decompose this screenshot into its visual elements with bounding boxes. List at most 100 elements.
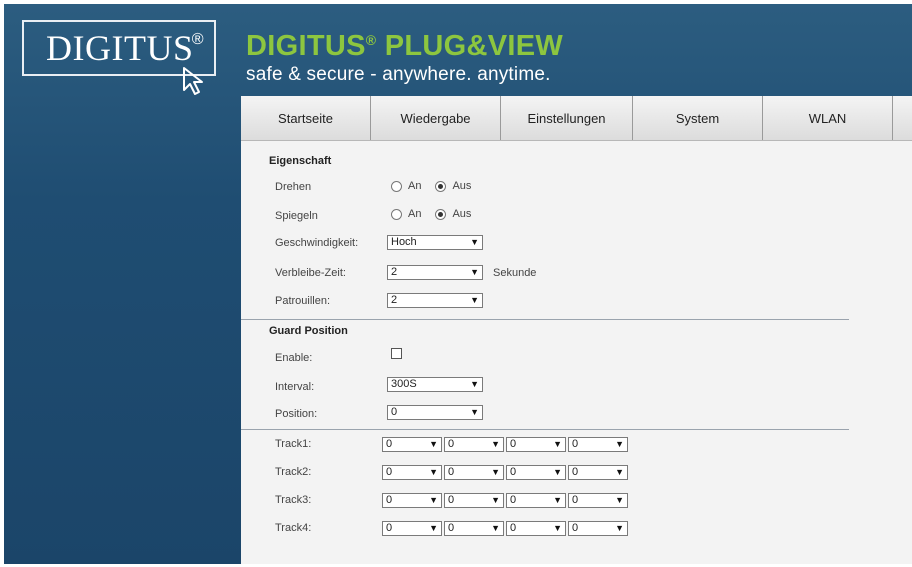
tab-wlan[interactable]: WLAN: [763, 96, 893, 140]
tab-wiedergabe[interactable]: Wiedergabe: [371, 96, 501, 140]
track-value: 0: [386, 466, 393, 478]
drehen-an-label: An: [408, 180, 422, 192]
chevron-down-icon: ▼: [470, 295, 479, 305]
track-value: 0: [386, 522, 393, 534]
main-tabs: Startseite Wiedergabe Einstellungen Syst…: [241, 96, 912, 141]
chevron-down-icon: ▼: [429, 495, 438, 505]
verbleibe-zeit-select[interactable]: 2 ▼: [387, 265, 483, 280]
track4-select-3[interactable]: 0 ▼: [506, 521, 566, 536]
track-label: Track4:: [275, 522, 312, 534]
track4-select-4[interactable]: 0 ▼: [568, 521, 628, 536]
verbleibe-zeit-value: 2: [391, 266, 398, 278]
track-value: 0: [510, 494, 517, 506]
chevron-down-icon: ▼: [615, 467, 624, 477]
track1-select-2[interactable]: 0 ▼: [444, 437, 504, 452]
verbleibe-zeit-label: Verbleibe-Zeit:: [275, 267, 346, 279]
track2-select-3[interactable]: 0 ▼: [506, 465, 566, 480]
spiegeln-aus-label: Aus: [452, 208, 472, 220]
track2-select-4[interactable]: 0 ▼: [568, 465, 628, 480]
track-value: 0: [572, 522, 579, 534]
settings-panel: Eigenschaft Drehen An Aus Spiegeln An Au…: [241, 141, 912, 564]
interval-value: 300S: [391, 378, 417, 390]
track1-select-4[interactable]: 0 ▼: [568, 437, 628, 452]
chevron-down-icon: ▼: [491, 439, 500, 449]
spiegeln-aus-radio[interactable]: [435, 208, 447, 220]
track3-select-3[interactable]: 0 ▼: [506, 493, 566, 508]
track-value: 0: [448, 494, 455, 506]
track2-select-1[interactable]: 0 ▼: [382, 465, 442, 480]
track-value: 0: [448, 438, 455, 450]
interval-select[interactable]: 300S ▼: [387, 377, 483, 392]
drehen-label: Drehen: [275, 181, 312, 193]
track-value: 0: [572, 438, 579, 450]
track3-select-4[interactable]: 0 ▼: [568, 493, 628, 508]
brand-tagline: safe & secure - anywhere. anytime.: [246, 64, 551, 85]
chevron-down-icon: ▼: [470, 379, 479, 389]
track-value: 0: [510, 466, 517, 478]
track4-select-2[interactable]: 0 ▼: [444, 521, 504, 536]
track3-select-1[interactable]: 0 ▼: [382, 493, 442, 508]
track-value: 0: [572, 466, 579, 478]
track-row: Track4: 0 ▼ 0 ▼ 0 ▼ 0 ▼: [241, 521, 912, 537]
chevron-down-icon: ▼: [470, 407, 479, 417]
patrouillen-value: 2: [391, 294, 398, 306]
chevron-down-icon: ▼: [553, 439, 562, 449]
track-row: Track1: 0 ▼ 0 ▼ 0 ▼ 0 ▼: [241, 437, 912, 453]
track-value: 0: [510, 438, 517, 450]
chevron-down-icon: ▼: [429, 467, 438, 477]
track2-select-2[interactable]: 0 ▼: [444, 465, 504, 480]
tab-einstellungen[interactable]: Einstellungen: [501, 96, 633, 140]
brand-title-mark: ®: [365, 32, 377, 48]
brand-title-main: DIGITUS: [246, 30, 366, 62]
interval-label: Interval:: [275, 381, 315, 393]
track4-select-1[interactable]: 0 ▼: [382, 521, 442, 536]
track3-select-2[interactable]: 0 ▼: [444, 493, 504, 508]
chevron-down-icon: ▼: [470, 237, 479, 247]
drehen-an-radio[interactable]: [391, 180, 402, 192]
guard-position-title: Guard Position: [269, 325, 348, 337]
track-value: 0: [572, 494, 579, 506]
chevron-down-icon: ▼: [553, 467, 562, 477]
geschwindigkeit-value: Hoch: [391, 236, 417, 248]
logo-registered-mark: ®: [191, 31, 204, 48]
section-divider: [241, 319, 849, 320]
chevron-down-icon: ▼: [615, 439, 624, 449]
position-label: Position:: [275, 408, 318, 420]
geschwindigkeit-select[interactable]: Hoch ▼: [387, 235, 483, 250]
section-divider: [241, 429, 849, 430]
enable-label: Enable:: [275, 352, 313, 364]
cursor-arrow-icon: [183, 67, 203, 95]
track-value: 0: [386, 438, 393, 450]
track1-select-1[interactable]: 0 ▼: [382, 437, 442, 452]
chevron-down-icon: ▼: [491, 495, 500, 505]
spiegeln-radio-group: An Aus: [391, 208, 471, 220]
position-value: 0: [391, 406, 398, 418]
spiegeln-label: Spiegeln: [275, 210, 318, 222]
position-select[interactable]: 0 ▼: [387, 405, 483, 420]
drehen-aus-radio[interactable]: [435, 180, 447, 192]
track-value: 0: [448, 466, 455, 478]
spiegeln-an-label: An: [408, 208, 422, 220]
brand-title-product: PLUG&VIEW: [384, 30, 564, 62]
drehen-aus-label: Aus: [452, 180, 472, 192]
drehen-radio-group: An Aus: [391, 180, 471, 192]
tab-startseite[interactable]: Startseite: [241, 96, 371, 140]
chevron-down-icon: ▼: [553, 523, 562, 533]
content-area: Startseite Wiedergabe Einstellungen Syst…: [241, 96, 912, 564]
patrouillen-label: Patrouillen:: [275, 295, 331, 307]
track1-select-3[interactable]: 0 ▼: [506, 437, 566, 452]
spiegeln-an-radio[interactable]: [391, 208, 402, 220]
patrouillen-select[interactable]: 2 ▼: [387, 293, 483, 308]
tab-system[interactable]: System: [633, 96, 763, 140]
track-value: 0: [386, 494, 393, 506]
track-row: Track3: 0 ▼ 0 ▼ 0 ▼ 0 ▼: [241, 493, 912, 509]
chevron-down-icon: ▼: [553, 495, 562, 505]
track-label: Track2:: [275, 466, 312, 478]
brand-title: DIGITUS® PLUG&VIEW: [246, 30, 563, 63]
chevron-down-icon: ▼: [429, 439, 438, 449]
enable-checkbox[interactable]: [391, 348, 402, 359]
chevron-down-icon: ▼: [491, 523, 500, 533]
track-row: Track2: 0 ▼ 0 ▼ 0 ▼ 0 ▼: [241, 465, 912, 481]
chevron-down-icon: ▼: [470, 267, 479, 277]
logo-text: DIGITUS: [46, 28, 194, 68]
